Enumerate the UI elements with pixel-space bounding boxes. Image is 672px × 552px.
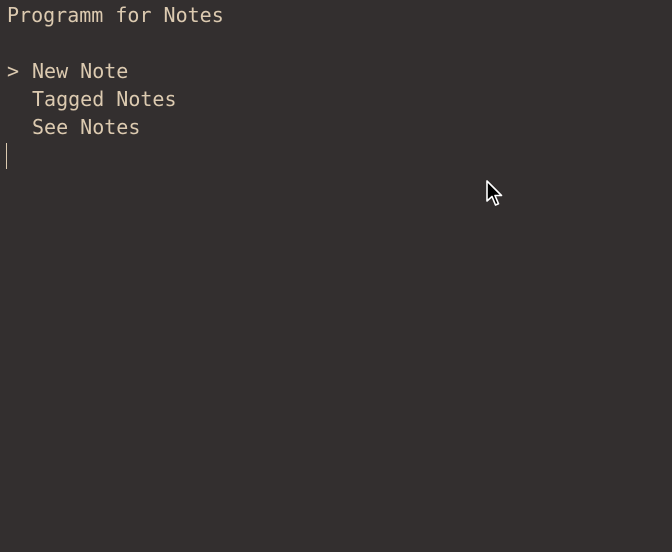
selection-marker-empty [7, 85, 32, 113]
input-line[interactable] [6, 141, 672, 169]
menu-item-tagged-notes[interactable]: Tagged Notes [7, 85, 672, 113]
selection-marker-empty [7, 113, 32, 141]
text-cursor [6, 143, 7, 169]
menu-item-see-notes[interactable]: See Notes [7, 113, 672, 141]
app-title: Programm for Notes [7, 3, 224, 27]
menu-item-label: New Note [32, 59, 129, 83]
menu-item-label: Tagged Notes [32, 87, 177, 111]
mouse-pointer-icon [486, 180, 503, 206]
selection-marker: > [7, 59, 20, 83]
menu-item-new-note[interactable]: > New Note [7, 57, 672, 85]
menu-item-label: See Notes [32, 115, 141, 139]
terminal-window: Programm for Notes > New Note Tagged Not… [0, 0, 672, 552]
